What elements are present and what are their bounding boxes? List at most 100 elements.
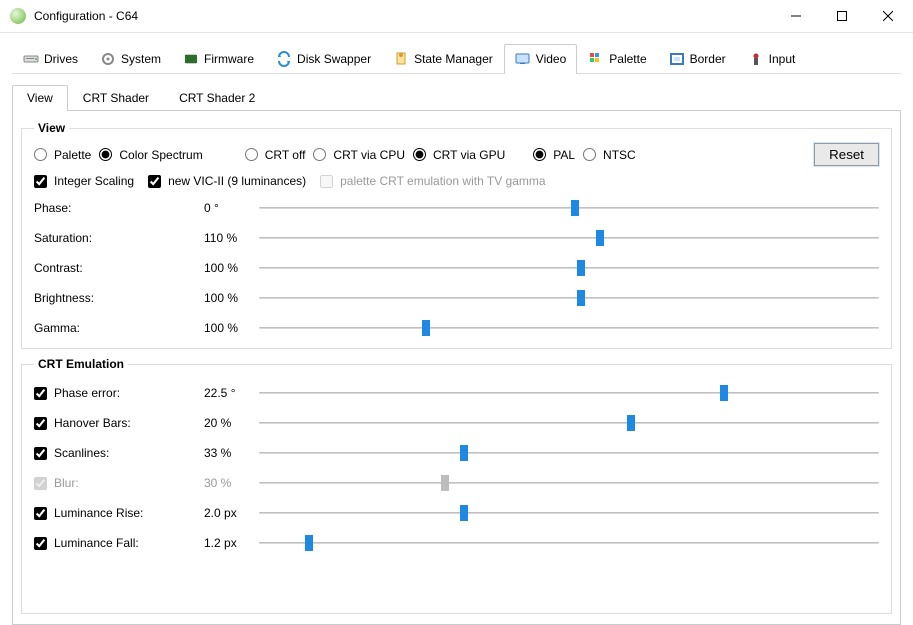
check-phase-error[interactable]: Phase error: (34, 386, 120, 400)
radio-crt-gpu-label: CRT via GPU (433, 148, 505, 162)
slider-gamma-label: Gamma: (34, 321, 80, 335)
radio-pal-label: PAL (553, 148, 575, 162)
slider-brightness-row: Brightness: 100 % (34, 288, 879, 308)
tab-system[interactable]: System (89, 44, 172, 74)
reset-button[interactable]: Reset (814, 143, 879, 166)
tab-state-manager-label: State Manager (414, 52, 493, 66)
system-icon (100, 51, 116, 67)
check-palette-crt-gamma: palette CRT emulation with TV gamma (320, 174, 545, 188)
check-integer-scaling[interactable]: Integer Scaling (34, 174, 134, 188)
video-icon (515, 51, 531, 67)
radio-color-spectrum-label: Color Spectrum (119, 148, 202, 162)
radio-ntsc-label: NTSC (603, 148, 636, 162)
radio-crt-cpu[interactable]: CRT via CPU (313, 148, 405, 162)
slider-contrast-label: Contrast: (34, 261, 83, 275)
radio-color-spectrum[interactable]: Color Spectrum (99, 148, 202, 162)
slider-scanlines[interactable] (259, 446, 879, 460)
check-integer-scaling-label: Integer Scaling (54, 174, 134, 188)
check-new-vic[interactable]: new VIC-II (9 luminances) (148, 174, 306, 188)
tab-firmware-label: Firmware (204, 52, 254, 66)
crt-fieldset: CRT Emulation Phase error: 22.5 ° Hanove… (21, 357, 892, 614)
subtab-view[interactable]: View (12, 85, 68, 111)
subtab-crt-shader[interactable]: CRT Shader (68, 85, 164, 111)
slider-scanlines-row: Scanlines: 33 % (34, 443, 879, 463)
subtab-view-label: View (27, 91, 53, 105)
tab-firmware[interactable]: Firmware (172, 44, 265, 74)
tab-system-label: System (121, 52, 161, 66)
slider-scanlines-label: Scanlines: (54, 446, 109, 460)
radio-palette[interactable]: Palette (34, 148, 91, 162)
slider-phase-value: 0 ° (204, 201, 259, 215)
radio-ntsc[interactable]: NTSC (583, 148, 636, 162)
slider-luminance-rise[interactable] (259, 506, 879, 520)
view-fieldset: View Palette Color Spectrum CRT off CRT … (21, 121, 892, 349)
slider-luminance-rise-label: Luminance Rise: (54, 506, 143, 520)
subtab-crt-shader-2-label: CRT Shader 2 (179, 91, 255, 105)
window-controls (773, 1, 911, 31)
slider-luminance-fall-row: Luminance Fall: 1.2 px (34, 533, 879, 553)
minimize-button[interactable] (773, 1, 819, 31)
maximize-button[interactable] (819, 1, 865, 31)
check-scanlines[interactable]: Scanlines: (34, 446, 109, 460)
check-luminance-fall[interactable]: Luminance Fall: (34, 536, 139, 550)
slider-saturation[interactable] (259, 231, 879, 245)
slider-hanover-bars-label: Hanover Bars: (54, 416, 131, 430)
app-icon (10, 8, 26, 24)
tab-disk-swapper-label: Disk Swapper (297, 52, 371, 66)
client-area: Drives System Firmware Disk Swapper Stat… (0, 32, 913, 615)
slider-saturation-value: 110 % (204, 231, 259, 245)
slider-phase-error[interactable] (259, 386, 879, 400)
slider-gamma[interactable] (259, 321, 879, 335)
state-manager-icon (393, 51, 409, 67)
check-hanover-bars[interactable]: Hanover Bars: (34, 416, 131, 430)
firmware-icon (183, 51, 199, 67)
subtabs: View CRT Shader CRT Shader 2 (12, 84, 901, 111)
radio-palette-label: Palette (54, 148, 91, 162)
slider-blur-row: Blur: 30 % (34, 473, 879, 493)
check-new-vic-label: new VIC-II (9 luminances) (168, 174, 306, 188)
close-button[interactable] (865, 1, 911, 31)
slider-blur (259, 476, 879, 490)
tab-input[interactable]: Input (737, 44, 807, 74)
tab-palette[interactable]: Palette (577, 44, 657, 74)
slider-phase[interactable] (259, 201, 879, 215)
slider-gamma-row: Gamma: 100 % (34, 318, 879, 338)
check-luminance-rise[interactable]: Luminance Rise: (34, 506, 143, 520)
slider-hanover-bars[interactable] (259, 416, 879, 430)
tab-drives-label: Drives (44, 52, 78, 66)
tab-border[interactable]: Border (658, 44, 737, 74)
slider-brightness-value: 100 % (204, 291, 259, 305)
view-row-1: Palette Color Spectrum CRT off CRT via C… (34, 143, 879, 166)
radio-crt-off[interactable]: CRT off (245, 148, 306, 162)
slider-phase-row: Phase: 0 ° (34, 198, 879, 218)
slider-luminance-fall-label: Luminance Fall: (54, 536, 139, 550)
slider-blur-label: Blur: (54, 476, 79, 490)
slider-gamma-value: 100 % (204, 321, 259, 335)
tab-state-manager[interactable]: State Manager (382, 44, 504, 74)
input-icon (748, 51, 764, 67)
slider-luminance-rise-value: 2.0 px (204, 506, 259, 520)
border-icon (669, 51, 685, 67)
subtab-crt-shader-label: CRT Shader (83, 91, 149, 105)
tab-drives[interactable]: Drives (12, 44, 89, 74)
radio-crt-cpu-label: CRT via CPU (333, 148, 405, 162)
radio-pal[interactable]: PAL (533, 148, 575, 162)
slider-luminance-rise-row: Luminance Rise: 2.0 px (34, 503, 879, 523)
tab-disk-swapper[interactable]: Disk Swapper (265, 44, 382, 74)
subtab-crt-shader-2[interactable]: CRT Shader 2 (164, 85, 270, 111)
slider-phase-error-label: Phase error: (54, 386, 120, 400)
slider-contrast[interactable] (259, 261, 879, 275)
slider-brightness[interactable] (259, 291, 879, 305)
tab-border-label: Border (690, 52, 726, 66)
radio-crt-off-label: CRT off (265, 148, 306, 162)
slider-saturation-label: Saturation: (34, 231, 92, 245)
slider-contrast-value: 100 % (204, 261, 259, 275)
tab-video[interactable]: Video (504, 44, 577, 74)
radio-crt-gpu[interactable]: CRT via GPU (413, 148, 505, 162)
palette-icon (588, 51, 604, 67)
slider-phase-label: Phase: (34, 201, 71, 215)
slider-hanover-bars-value: 20 % (204, 416, 259, 430)
slider-luminance-fall-value: 1.2 px (204, 536, 259, 550)
slider-luminance-fall[interactable] (259, 536, 879, 550)
tab-video-label: Video (536, 52, 566, 66)
